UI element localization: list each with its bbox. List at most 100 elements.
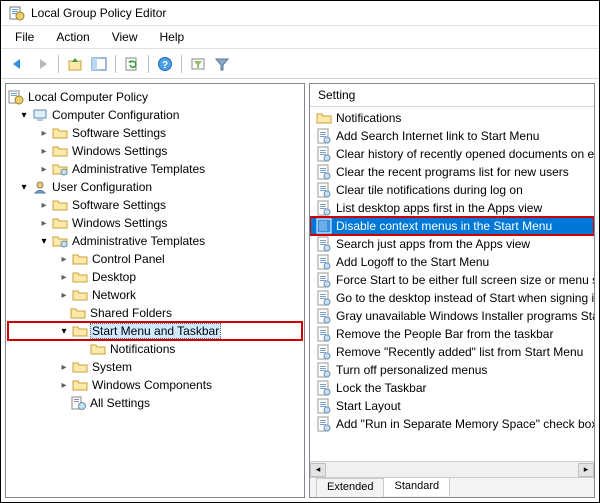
policy-setting-icon — [316, 362, 332, 378]
folder-icon — [72, 251, 88, 267]
tree-label: Software Settings — [70, 126, 168, 140]
policy-setting-icon — [316, 218, 332, 234]
policy-setting-icon — [316, 344, 332, 360]
policy-root-icon — [8, 89, 24, 105]
forward-button[interactable] — [31, 53, 53, 75]
settings-list[interactable]: NotificationsAdd Search Internet link to… — [310, 107, 594, 461]
tree-at-start-notifications[interactable]: Notifications — [8, 340, 302, 358]
list-policy-item[interactable]: Disable context menus in the Start Menu — [310, 217, 594, 235]
tree-at-system[interactable]: ▸ System — [8, 358, 302, 376]
scroll-right-icon[interactable]: ▸ — [578, 463, 594, 477]
list-policy-item[interactable]: Remove "Recently added" list from Start … — [310, 343, 594, 361]
tree-uc-admin[interactable]: ▾ Administrative Templates — [8, 232, 302, 250]
list-policy-item[interactable]: Clear tile notifications during log on — [310, 181, 594, 199]
refresh-button[interactable] — [121, 53, 143, 75]
list-policy-item[interactable]: Gray unavailable Windows Installer progr… — [310, 307, 594, 325]
menu-file[interactable]: File — [5, 28, 44, 46]
expander-icon[interactable]: ▸ — [38, 217, 50, 229]
menu-action[interactable]: Action — [46, 28, 99, 46]
horizontal-scrollbar[interactable]: ◂ ▸ — [310, 461, 594, 477]
view-tabs: Extended Standard — [310, 477, 594, 497]
tree-at-control-panel[interactable]: ▸ Control Panel — [8, 250, 302, 268]
list-policy-item[interactable]: Force Start to be either full screen siz… — [310, 271, 594, 289]
policy-setting-icon — [316, 254, 332, 270]
main-area: Local Computer Policy ▾ Computer Configu… — [1, 79, 599, 502]
all-settings-icon — [70, 395, 86, 411]
list-policy-item[interactable]: Search just apps from the Apps view — [310, 235, 594, 253]
list-policy-item[interactable]: Remove the People Bar from the taskbar — [310, 325, 594, 343]
filter-button[interactable] — [211, 53, 233, 75]
tree-at-desktop[interactable]: ▸ Desktop — [8, 268, 302, 286]
tab-extended[interactable]: Extended — [316, 478, 384, 497]
help-button[interactable]: ? — [154, 53, 176, 75]
tree-label: Computer Configuration — [50, 108, 181, 122]
tree-computer-config[interactable]: ▾ Computer Configuration — [8, 106, 302, 124]
folder-icon — [72, 287, 88, 303]
tree-cc-windows[interactable]: ▸ Windows Settings — [8, 142, 302, 160]
tree-label: Windows Components — [90, 378, 214, 392]
tree-at-start-menu[interactable]: ▾ Start Menu and Taskbar — [8, 322, 302, 340]
show-tree-button[interactable] — [88, 53, 110, 75]
menubar: File Action View Help — [1, 26, 599, 49]
list-item-label: Turn off personalized menus — [336, 363, 487, 377]
policy-setting-icon — [316, 200, 332, 216]
folder-icon — [52, 215, 68, 231]
column-header-setting[interactable]: Setting — [310, 84, 594, 107]
tree-at-wincomp[interactable]: ▸ Windows Components — [8, 376, 302, 394]
list-policy-item[interactable]: Go to the desktop instead of Start when … — [310, 289, 594, 307]
policy-setting-icon — [316, 326, 332, 342]
list-policy-item[interactable]: Add Logoff to the Start Menu — [310, 253, 594, 271]
list-policy-item[interactable]: Add Search Internet link to Start Menu — [310, 127, 594, 145]
list-policy-item[interactable]: Turn off personalized menus — [310, 361, 594, 379]
tree-at-network[interactable]: ▸ Network — [8, 286, 302, 304]
expander-icon[interactable]: ▸ — [58, 289, 70, 301]
tree-at-shared[interactable]: Shared Folders — [8, 304, 302, 322]
tree-uc-software[interactable]: ▸ Software Settings — [8, 196, 302, 214]
folder-icon — [90, 341, 106, 357]
expander-icon[interactable]: ▾ — [18, 109, 30, 121]
expander-icon[interactable]: ▸ — [38, 199, 50, 211]
list-policy-item[interactable]: Add "Run in Separate Memory Space" check… — [310, 415, 594, 433]
expander-icon[interactable]: ▸ — [58, 253, 70, 265]
tree-pane[interactable]: Local Computer Policy ▾ Computer Configu… — [5, 83, 305, 498]
tree-label: Desktop — [90, 270, 138, 284]
expander-icon[interactable]: ▸ — [58, 379, 70, 391]
menu-view[interactable]: View — [102, 28, 148, 46]
tree-cc-admin[interactable]: ▸ Administrative Templates — [8, 160, 302, 178]
list-item-label: Gray unavailable Windows Installer progr… — [336, 309, 594, 323]
tab-standard[interactable]: Standard — [384, 477, 450, 496]
tree-uc-windows[interactable]: ▸ Windows Settings — [8, 214, 302, 232]
expander-icon[interactable]: ▸ — [38, 127, 50, 139]
folder-icon — [52, 143, 68, 159]
settings-list-pane: Setting NotificationsAdd Search Internet… — [309, 83, 595, 498]
expander-icon[interactable]: ▸ — [38, 163, 50, 175]
tree-label: User Configuration — [50, 180, 154, 194]
expander-icon[interactable]: ▸ — [58, 271, 70, 283]
list-policy-item[interactable]: List desktop apps first in the Apps view — [310, 199, 594, 217]
list-policy-item[interactable]: Start Layout — [310, 397, 594, 415]
policy-setting-icon — [316, 416, 332, 432]
tree-cc-software[interactable]: ▸ Software Settings — [8, 124, 302, 142]
expander-icon[interactable]: ▸ — [38, 145, 50, 157]
titlebar: Local Group Policy Editor — [1, 1, 599, 26]
policy-setting-icon — [316, 308, 332, 324]
expander-icon[interactable]: ▾ — [38, 235, 50, 247]
list-folder-item[interactable]: Notifications — [310, 109, 594, 127]
scroll-left-icon[interactable]: ◂ — [310, 463, 326, 477]
tree-root[interactable]: Local Computer Policy — [8, 88, 302, 106]
filter-options-button[interactable] — [187, 53, 209, 75]
tree-user-config[interactable]: ▾ User Configuration — [8, 178, 302, 196]
list-policy-item[interactable]: Clear the recent programs list for new u… — [310, 163, 594, 181]
list-policy-item[interactable]: Clear history of recently opened documen… — [310, 145, 594, 163]
menu-help[interactable]: Help — [150, 28, 195, 46]
expander-icon[interactable]: ▾ — [58, 325, 70, 337]
tree-at-all[interactable]: All Settings — [8, 394, 302, 412]
up-level-button[interactable] — [64, 53, 86, 75]
app-icon — [9, 5, 25, 21]
expander-icon[interactable]: ▾ — [18, 181, 30, 193]
policy-setting-icon — [316, 182, 332, 198]
list-policy-item[interactable]: Lock the Taskbar — [310, 379, 594, 397]
list-item-label: Force Start to be either full screen siz… — [336, 273, 594, 287]
back-button[interactable] — [7, 53, 29, 75]
expander-icon[interactable]: ▸ — [58, 361, 70, 373]
